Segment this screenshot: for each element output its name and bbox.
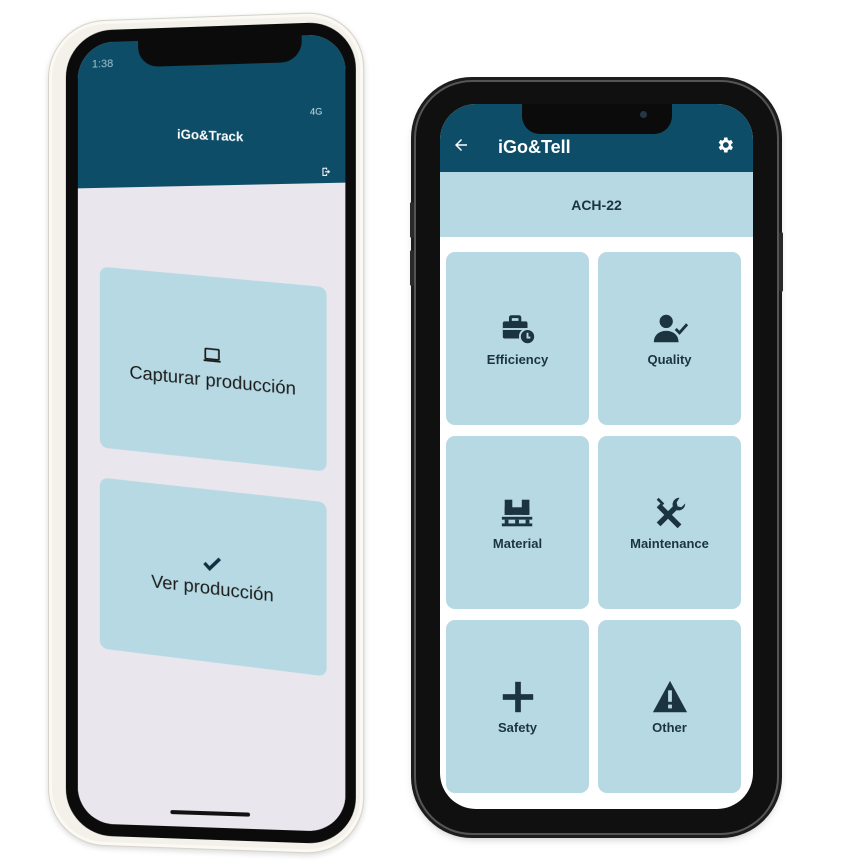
phone-right: iGo&Tell ACH-22 Efficiency Quality Mater…	[416, 82, 777, 833]
maintenance-label: Maintenance	[630, 536, 709, 551]
material-tile[interactable]: Material	[446, 436, 589, 609]
capture-production-label: Capturar producción	[129, 361, 296, 399]
efficiency-label: Efficiency	[487, 352, 548, 367]
phone-right-screen: iGo&Tell ACH-22 Efficiency Quality Mater…	[440, 104, 753, 809]
pallet-boxes-icon	[499, 494, 537, 532]
capture-production-button[interactable]: Capturar producción	[100, 267, 327, 472]
other-label: Other	[652, 720, 687, 735]
machine-id: ACH-22	[571, 197, 622, 213]
right-app-title: iGo&Tell	[498, 137, 571, 158]
right-notch	[522, 104, 672, 134]
user-check-icon	[651, 310, 689, 348]
other-tile[interactable]: Other	[598, 620, 741, 793]
tools-icon	[651, 494, 689, 532]
material-label: Material	[493, 536, 542, 551]
briefcase-clock-icon	[499, 310, 537, 348]
laptop-icon	[202, 344, 222, 366]
view-production-button[interactable]: Ver producción	[100, 478, 327, 677]
efficiency-tile[interactable]: Efficiency	[446, 252, 589, 425]
checkmark-icon	[202, 552, 222, 575]
category-grid: Efficiency Quality Material Maintenance …	[446, 252, 747, 809]
status-network: 4G	[310, 106, 322, 117]
status-time: 1:38	[92, 58, 113, 71]
view-production-label: Ver producción	[151, 570, 274, 606]
gear-icon[interactable]	[715, 135, 735, 155]
left-app-header: 1:38 4G iGo&Track	[78, 34, 346, 189]
back-arrow-icon[interactable]	[452, 136, 470, 154]
camera-dot	[640, 111, 647, 118]
quality-label: Quality	[647, 352, 691, 367]
safety-label: Safety	[498, 720, 537, 735]
logout-icon[interactable]	[320, 165, 332, 181]
volume-up-button	[410, 202, 414, 238]
left-app-title: iGo&Track	[78, 122, 346, 149]
volume-down-button	[410, 250, 414, 286]
left-app-body: Capturar producción Ver producción	[78, 183, 346, 833]
phone-left-screen: 1:38 4G iGo&Track Capturar producción Ve…	[78, 34, 346, 832]
maintenance-tile[interactable]: Maintenance	[598, 436, 741, 609]
phone-left: 1:38 4G iGo&Track Capturar producción Ve…	[48, 11, 364, 856]
quality-tile[interactable]: Quality	[598, 252, 741, 425]
power-button	[779, 232, 783, 292]
machine-id-header: ACH-22	[440, 172, 753, 237]
plus-icon	[499, 678, 537, 716]
safety-tile[interactable]: Safety	[446, 620, 589, 793]
warning-icon	[651, 678, 689, 716]
